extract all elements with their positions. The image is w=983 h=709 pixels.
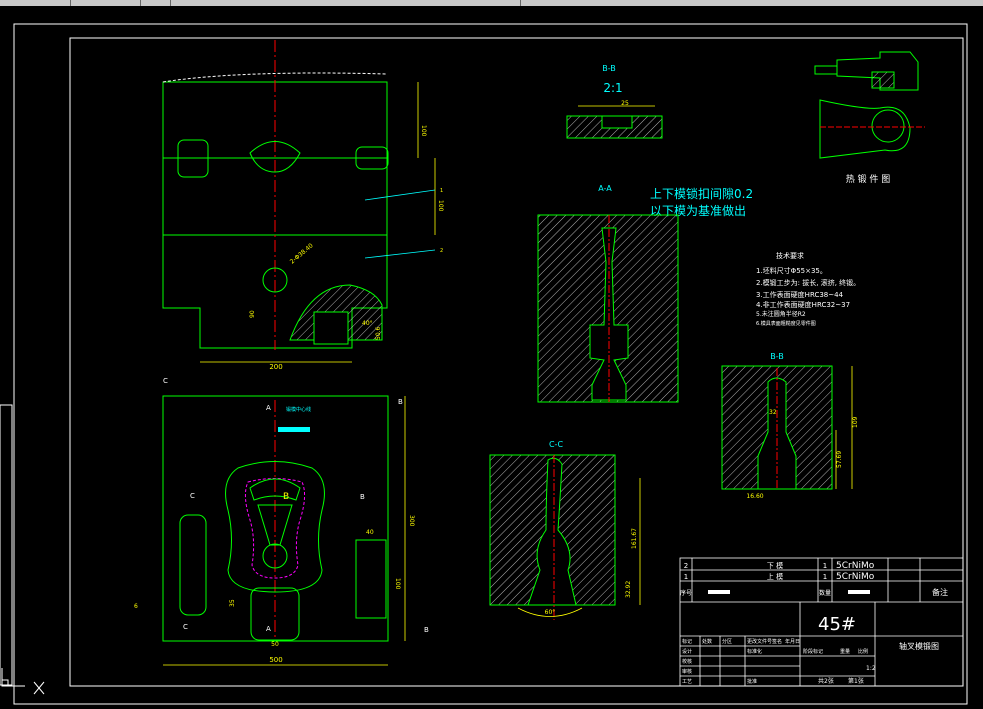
- label-mark: 标记: [682, 638, 692, 645]
- label-approve: 批准: [747, 678, 757, 685]
- label-scale: 比例: [858, 648, 868, 655]
- cc-title: C-C: [549, 440, 563, 449]
- row2-no: 2: [684, 562, 688, 570]
- dim-base-50: 50: [271, 641, 279, 648]
- section-mark-b-right: B: [360, 493, 365, 501]
- cad-drawing: 200 100 100 90 2-Φ38.40 1 2 50.6 40° 500…: [0, 23, 968, 705]
- row2-name: 下 模: [767, 561, 783, 570]
- dim-35: 35: [229, 599, 236, 607]
- top-view: 200 100 100 90 2-Φ38.40 1 2 50.6 40°: [162, 40, 444, 371]
- label-process: 工艺: [682, 679, 692, 685]
- tech-req-item: 3.工作表面硬度HRC38~44: [756, 290, 844, 299]
- dim-40: 40: [366, 529, 374, 536]
- bb-right-dim-109: 109: [852, 416, 859, 428]
- ucs-icon: [1, 668, 45, 695]
- label-weight: 重量: [840, 648, 850, 655]
- sheets-total: 共2张: [818, 677, 834, 685]
- label-date: 年月日: [785, 638, 800, 645]
- left-margin-box: [0, 404, 13, 686]
- centerline-note: 锻模中心线: [286, 406, 311, 413]
- dim-right-100a: 100: [420, 125, 427, 137]
- label-standard: 标准化: [747, 648, 762, 655]
- row1-material: 5CrNiMo: [836, 572, 875, 582]
- tech-req-title: 技术要求: [776, 251, 804, 260]
- part-name: 轴叉模锻图: [899, 641, 939, 651]
- bb-right-dim-16: 16.60: [746, 493, 763, 500]
- row1-name: 上 模: [767, 572, 783, 581]
- tech-req-item: 1.坯料尺寸Φ55×35。: [756, 266, 827, 275]
- row2-qty: 1: [823, 562, 827, 570]
- bb-right-title: B-B: [770, 352, 784, 361]
- bb-small-title: B-B: [602, 64, 616, 73]
- section-aa: A-A 上下模锁扣间隙0.2 以下模为基准做出: [537, 184, 753, 403]
- tech-req-item: 2.模锻工步为: 拔长, 滚挤, 终锻。: [756, 278, 860, 287]
- row2-material: 5CrNiMo: [836, 561, 875, 571]
- aa-title: A-A: [598, 184, 612, 193]
- callout-2: 2: [440, 248, 443, 254]
- label-count: 处数: [702, 638, 712, 645]
- dim-side-100: 100: [394, 578, 401, 590]
- dim-width-200: 200: [269, 363, 282, 371]
- label-zone: 分区: [722, 638, 732, 645]
- bb-right-dim-57: 57.69: [836, 451, 843, 468]
- label-check: 校核: [682, 658, 692, 665]
- heat-forging-part: 热 锻 件 图: [814, 51, 925, 185]
- dim-6: 6: [134, 603, 138, 610]
- header-qty: 数量: [819, 589, 831, 597]
- bb-small-dim: 25: [621, 100, 629, 107]
- cc-dim-height: 161.67: [631, 528, 638, 549]
- header-no: 序号: [680, 589, 692, 597]
- row1-qty: 1: [823, 573, 827, 581]
- label-review: 审核: [682, 668, 692, 675]
- dim-radius: 2-Φ38.40: [289, 242, 315, 265]
- section-mark-b-top: B: [398, 398, 403, 406]
- section-mark-c-bottom: C: [183, 623, 188, 631]
- tech-req-item: 5.未注圆角半径R2: [756, 310, 806, 318]
- dim-right-100b: 100: [437, 200, 444, 212]
- bottom-view: 500 300 100 50 35 40 6 A A B B C C B B C…: [134, 377, 429, 666]
- header-remark: 备注: [932, 587, 948, 597]
- dim-small: 50.6: [375, 326, 382, 340]
- bb-small-scale: 2:1: [603, 81, 622, 95]
- cc-dim-bottom: 32.92: [625, 581, 632, 598]
- section-cc: C-C 161.67 32.92 60°: [489, 440, 641, 620]
- scale-value: 1:2: [866, 665, 876, 672]
- label-change-doc: 更改文件号: [747, 638, 772, 645]
- heat-part-caption: 热 锻 件 图: [846, 173, 891, 185]
- aa-note-1: 上下模锁扣间隙0.2: [650, 186, 753, 201]
- section-bb-small: B-B 2:1 25: [566, 64, 663, 139]
- dim-left-90: 90: [249, 310, 256, 318]
- tech-req-item: 4.非工作表面硬度HRC32~37: [756, 300, 850, 309]
- material-big: 45#: [818, 614, 856, 635]
- callout-1: 1: [440, 188, 443, 194]
- dim-width-500: 500: [269, 656, 282, 664]
- row1-no: 1: [684, 573, 688, 581]
- tech-req-item: 6.模具表面粗糙度见零件图: [756, 320, 816, 327]
- section-mark-a-top: A: [266, 404, 271, 412]
- bb-right-dim-32: 32: [769, 409, 777, 416]
- label-stage: 阶段标记: [803, 648, 823, 655]
- section-mark-c-left: C: [190, 492, 195, 500]
- section-mark-b-inner: B: [283, 492, 289, 502]
- section-bb-right: B-B 109 57.69 16.60 32: [721, 352, 859, 500]
- dim-height-300: 300: [408, 515, 415, 527]
- label-design: 设计: [682, 648, 692, 655]
- cc-angle: 60°: [545, 609, 556, 616]
- section-mark-a-bottom: A: [266, 625, 271, 633]
- section-mark-b-bottom: B: [424, 626, 429, 634]
- tech-requirements: 技术要求 1.坯料尺寸Φ55×35。 2.模锻工步为: 拔长, 滚挤, 终锻。 …: [756, 251, 860, 327]
- angle-40: 40°: [362, 320, 373, 327]
- label-sign: 签名: [772, 638, 782, 645]
- section-mark-c-top: C: [163, 377, 168, 385]
- sheet-no: 第1张: [848, 677, 864, 685]
